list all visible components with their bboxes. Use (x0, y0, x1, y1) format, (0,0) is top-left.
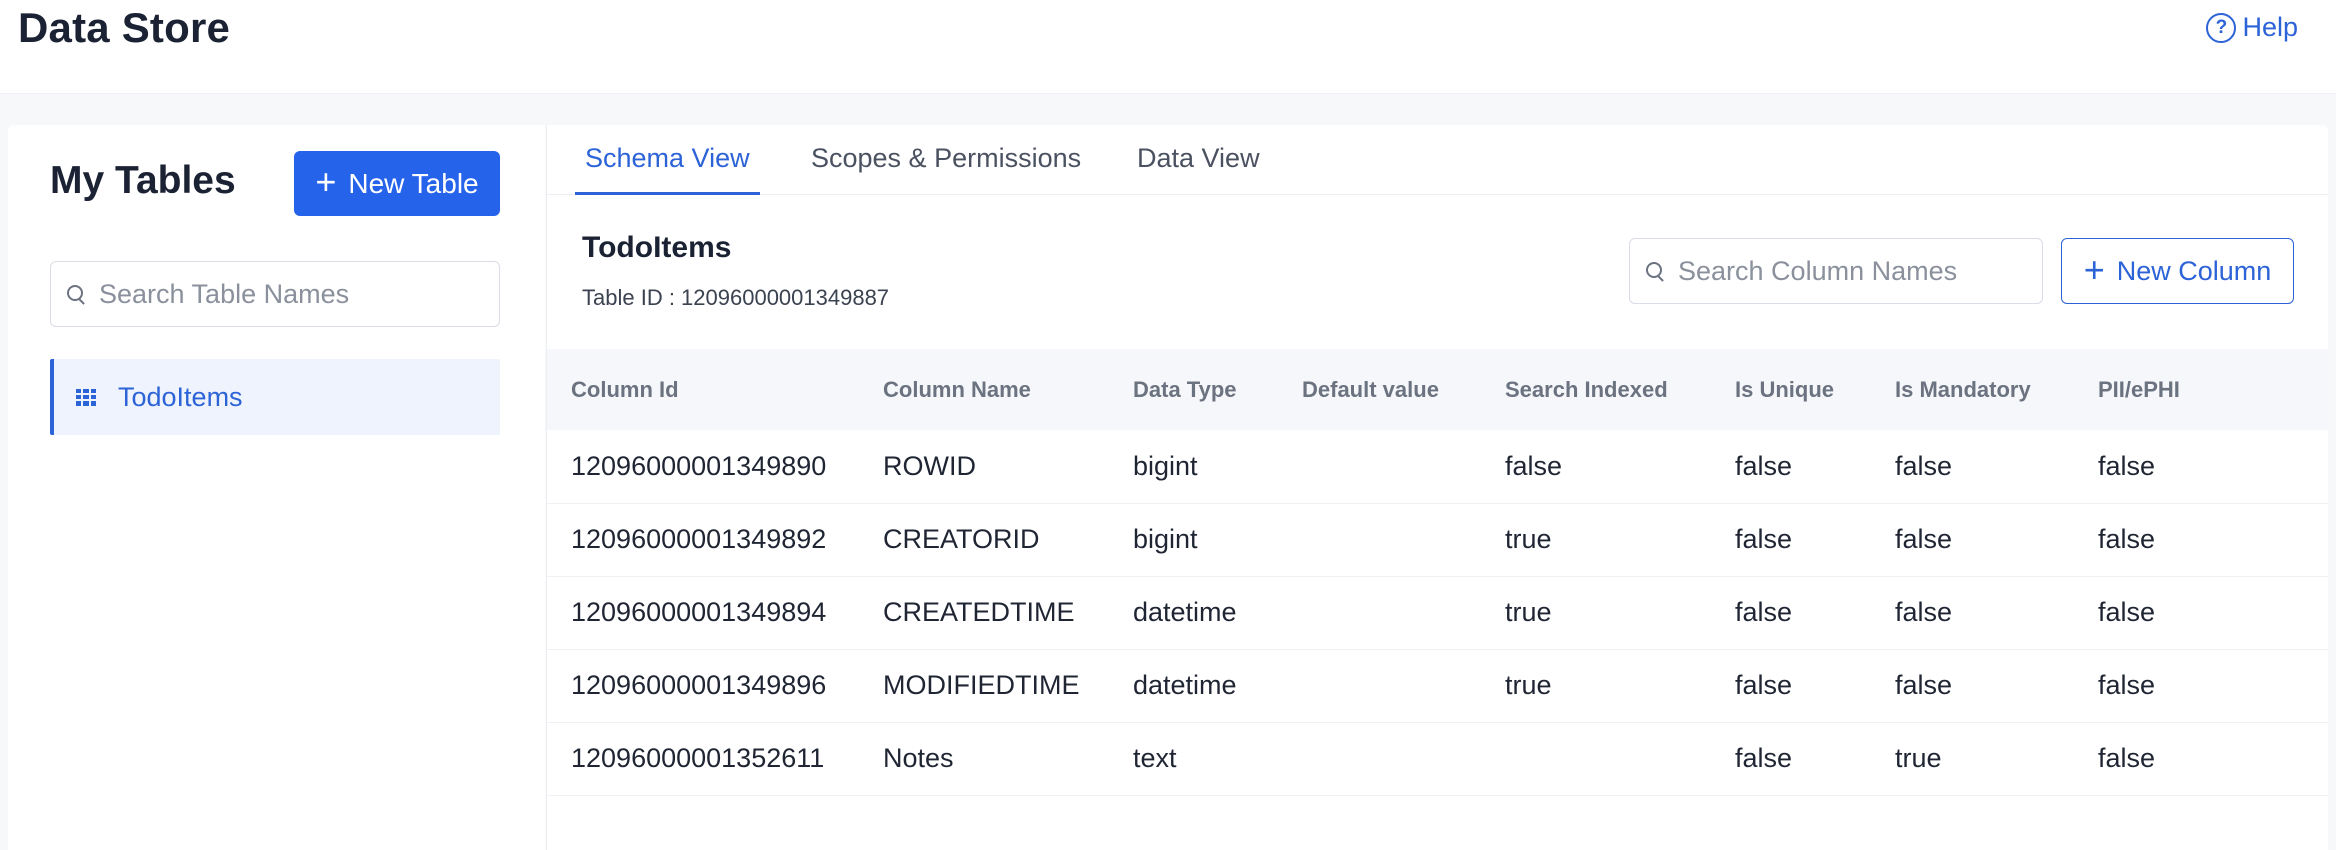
cell-column-name: MODIFIEDTIME (883, 670, 1080, 700)
cell-column-name: Notes (883, 743, 954, 773)
cell-is-unique: false (1735, 743, 1793, 773)
table-row[interactable]: 12096000001349896 MODIFIEDTIME datetime … (547, 649, 2328, 722)
plus-icon: + (315, 161, 337, 202)
search-tables-box (50, 261, 500, 327)
cell-is-mandatory: true (1895, 743, 1942, 773)
cell-data-type: datetime (1133, 597, 1237, 627)
cell-pii-ephi: false (2098, 524, 2156, 554)
cell-column-id: 12096000001352611 (571, 743, 825, 773)
cell-is-mandatory: false (1895, 670, 1953, 700)
tables-sidebar: My Tables + New Table TodoItems (8, 125, 545, 850)
column-header: Column Name (883, 376, 1031, 402)
search-columns-input[interactable] (1678, 255, 2042, 287)
cell-column-id: 12096000001349896 (571, 670, 827, 700)
column-header: Default value (1302, 376, 1439, 402)
column-header: Is Mandatory (1895, 376, 2031, 402)
cell-is-mandatory: false (1895, 597, 1953, 627)
sidebar-title: My Tables (50, 159, 236, 202)
new-table-button[interactable]: + New Table (294, 151, 500, 216)
cell-pii-ephi: false (2098, 743, 2156, 773)
cell-search-indexed: true (1505, 524, 1552, 554)
search-icon (67, 285, 85, 303)
sidebar-item-label: TodoItems (118, 381, 243, 412)
table-title: TodoItems (582, 231, 732, 264)
cell-default-value (1302, 722, 1505, 795)
cell-is-unique: false (1735, 597, 1793, 627)
schema-panel: Schema View Scopes & Permissions Data Vi… (546, 125, 2328, 850)
cell-data-type: datetime (1133, 670, 1237, 700)
cell-default-value (1302, 649, 1505, 722)
table-row[interactable]: 12096000001349890 ROWID bigint false fal… (547, 430, 2328, 503)
cell-column-id: 12096000001349894 (571, 597, 827, 627)
column-header: Column Id (571, 376, 679, 402)
help-circle-icon: ? (2206, 12, 2237, 43)
plus-icon: + (2083, 248, 2105, 290)
cell-column-id: 12096000001349892 (571, 524, 827, 554)
column-header: PII/ePHI (2098, 376, 2180, 402)
cell-pii-ephi: false (2098, 450, 2156, 481)
table-row[interactable]: 12096000001352611 Notes text false true … (547, 722, 2328, 795)
table-grid-icon (76, 388, 96, 406)
cell-column-name: CREATEDTIME (883, 597, 1075, 627)
cell-search-indexed (1505, 722, 1735, 795)
cell-default-value (1302, 503, 1505, 576)
help-link[interactable]: ? Help (2206, 12, 2298, 43)
sidebar-item-todoitems[interactable]: TodoItems (50, 359, 500, 435)
table-row[interactable]: 12096000001349892 CREATORID bigint true … (547, 503, 2328, 576)
cell-pii-ephi: false (2098, 597, 2156, 627)
table-header-row: Column Id Column Name Data Type Default … (547, 349, 2328, 430)
tab-bar: Schema View Scopes & Permissions Data Vi… (547, 125, 2328, 195)
cell-is-mandatory: false (1895, 524, 1953, 554)
cell-search-indexed: true (1505, 597, 1552, 627)
search-icon (1646, 262, 1664, 280)
column-header: Data Type (1133, 376, 1237, 402)
cell-column-name: CREATORID (883, 524, 1040, 554)
schema-table: Column Id Column Name Data Type Default … (547, 349, 2328, 796)
cell-default-value (1302, 576, 1505, 649)
top-bar: Data Store ? Help (0, 0, 2336, 94)
cell-data-type: text (1133, 743, 1177, 773)
tab-data-view[interactable]: Data View (1127, 143, 1270, 192)
table-row[interactable]: 12096000001349894 CREATEDTIME datetime t… (547, 576, 2328, 649)
cell-search-indexed: false (1505, 450, 1563, 481)
cell-is-unique: false (1735, 524, 1793, 554)
column-header: Search Indexed (1505, 376, 1668, 402)
new-column-label: New Column (2116, 255, 2272, 286)
cell-column-id: 12096000001349890 (571, 450, 827, 481)
cell-search-indexed: true (1505, 670, 1552, 700)
tab-schema-view[interactable]: Schema View (575, 143, 760, 195)
new-column-button[interactable]: + New Column (2061, 238, 2294, 304)
table-id-text: Table ID : 12096000001349887 (582, 285, 890, 310)
help-label: Help (2242, 12, 2298, 42)
cell-default-value (1302, 430, 1505, 503)
cell-is-mandatory: false (1895, 450, 1953, 481)
column-header: Is Unique (1735, 376, 1835, 402)
new-table-label: New Table (348, 167, 479, 199)
search-columns-box (1629, 238, 2043, 304)
cell-column-name: ROWID (883, 450, 976, 481)
cell-data-type: bigint (1133, 450, 1198, 481)
cell-data-type: bigint (1133, 524, 1198, 554)
search-tables-input[interactable] (99, 278, 499, 310)
cell-is-unique: false (1735, 670, 1793, 700)
tab-scopes-permissions[interactable]: Scopes & Permissions (801, 143, 1091, 192)
cell-pii-ephi: false (2098, 670, 2156, 700)
cell-is-unique: false (1735, 450, 1793, 481)
app-title: Data Store (18, 4, 231, 51)
